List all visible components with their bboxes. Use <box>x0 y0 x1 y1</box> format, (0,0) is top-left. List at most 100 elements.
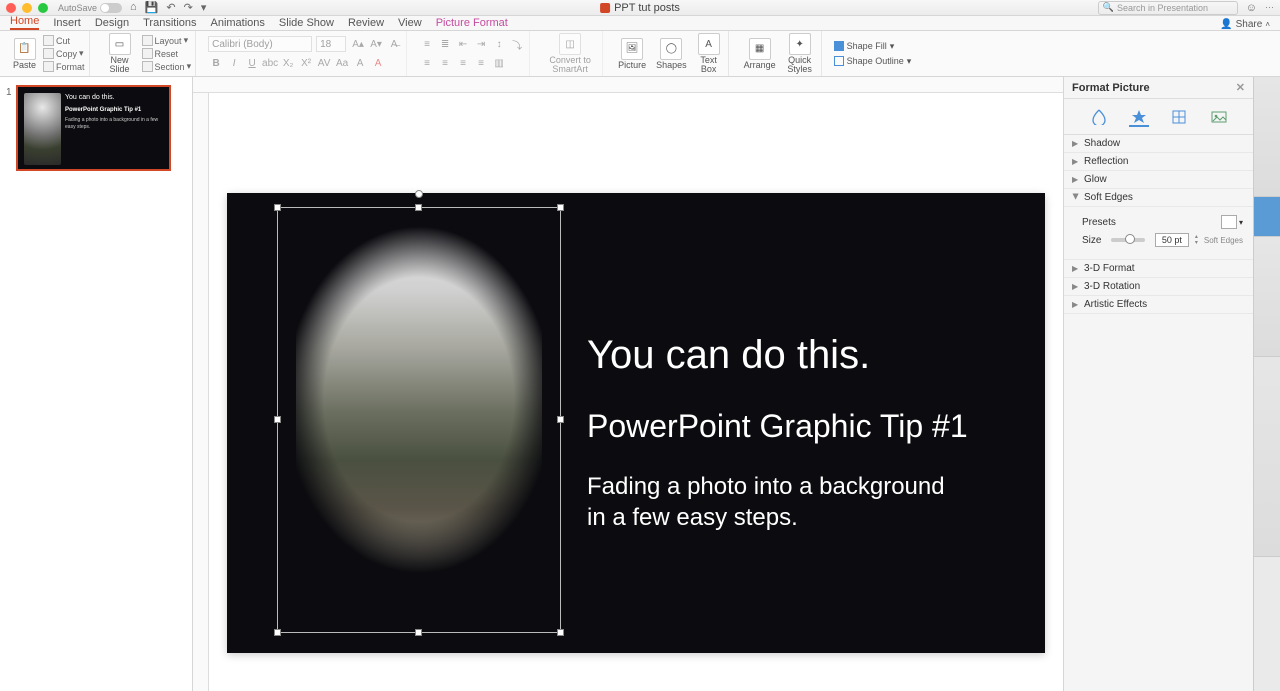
share-button[interactable]: 👤 Share ˄ <box>1220 19 1270 30</box>
size-value-input[interactable]: 50 pt <box>1155 233 1189 247</box>
change-case-button[interactable]: Aa <box>334 55 350 71</box>
cut-button[interactable]: Cut <box>43 35 85 46</box>
slide-editor[interactable]: You can do this. PowerPoint Graphic Tip … <box>193 77 1063 691</box>
strip-segment[interactable] <box>1254 77 1280 197</box>
subscript-button[interactable]: X₂ <box>280 55 296 71</box>
align-center-button[interactable]: ≡ <box>437 55 453 71</box>
slide-text-block[interactable]: You can do this. PowerPoint Graphic Tip … <box>587 333 1005 533</box>
superscript-button[interactable]: X² <box>298 55 314 71</box>
highlight-button[interactable]: A <box>352 55 368 71</box>
increase-indent-button[interactable]: ⇥ <box>473 36 489 52</box>
font-color-button[interactable]: A <box>370 55 386 71</box>
line-spacing-button[interactable]: ↕ <box>491 36 507 52</box>
resize-handle-s[interactable] <box>415 629 422 636</box>
slide[interactable]: You can do this. PowerPoint Graphic Tip … <box>227 193 1045 653</box>
undo-icon[interactable]: ↶ <box>166 1 175 14</box>
decrease-indent-button[interactable]: ⇤ <box>455 36 471 52</box>
tab-slideshow[interactable]: Slide Show <box>279 17 334 30</box>
font-family-select[interactable]: Calibri (Body) <box>208 36 312 52</box>
presets-dropdown[interactable]: ▾ <box>1221 215 1243 229</box>
justify-button[interactable]: ≡ <box>473 55 489 71</box>
strikethrough-button[interactable]: abc <box>262 55 278 71</box>
tab-view[interactable]: View <box>398 17 422 30</box>
redo-icon[interactable]: ↷ <box>184 1 193 14</box>
reset-button[interactable]: Reset <box>142 48 192 59</box>
resize-handle-nw[interactable] <box>274 204 281 211</box>
soft-edges-section[interactable]: ▶Soft Edges <box>1064 189 1253 207</box>
shadow-section[interactable]: ▶Shadow <box>1064 135 1253 153</box>
textbox-button[interactable]: AText Box <box>694 33 724 74</box>
text-direction-button[interactable]: ⤵ <box>509 36 525 52</box>
strip-segment[interactable] <box>1254 237 1280 357</box>
increase-font-button[interactable]: A▴ <box>350 36 366 52</box>
clear-format-button[interactable]: A̶ <box>386 36 402 52</box>
decrease-font-button[interactable]: A▾ <box>368 36 384 52</box>
layout-button[interactable]: Layout ▾ <box>142 35 192 46</box>
format-painter-button[interactable]: Format <box>43 61 85 72</box>
align-left-button[interactable]: ≡ <box>419 55 435 71</box>
bullets-button[interactable]: ≡ <box>419 36 435 52</box>
section-button[interactable]: Section ▾ <box>142 61 192 72</box>
close-window-button[interactable] <box>6 3 16 13</box>
strip-segment[interactable] <box>1254 197 1280 237</box>
new-slide-button[interactable]: ▭ New Slide <box>102 33 138 74</box>
autosave-toggle[interactable]: AutoSave <box>58 3 122 13</box>
maximize-window-button[interactable] <box>38 3 48 13</box>
align-right-button[interactable]: ≡ <box>455 55 471 71</box>
3d-format-section[interactable]: ▶3-D Format <box>1064 260 1253 278</box>
search-input[interactable]: 🔍 Search in Presentation <box>1098 1 1238 15</box>
effects-tab[interactable] <box>1129 107 1149 127</box>
copy-button[interactable]: Copy ▾ <box>43 48 85 59</box>
columns-button[interactable]: ▥ <box>491 55 507 71</box>
size-slider[interactable] <box>1111 238 1144 242</box>
shapes-button[interactable]: ◯Shapes <box>653 38 690 70</box>
arrange-button[interactable]: ▦Arrange <box>741 38 779 70</box>
feedback-icon[interactable]: ☺ <box>1246 2 1257 14</box>
selection-box[interactable] <box>277 207 561 633</box>
resize-handle-e[interactable] <box>557 416 564 423</box>
resize-handle-ne[interactable] <box>557 204 564 211</box>
quick-styles-button[interactable]: ✦Quick Styles <box>783 33 817 74</box>
picture-button[interactable]: 🖼Picture <box>615 38 649 70</box>
resize-handle-se[interactable] <box>557 629 564 636</box>
bold-button[interactable]: B <box>208 55 224 71</box>
numbering-button[interactable]: ≣ <box>437 36 453 52</box>
qat-dropdown-icon[interactable]: ▾ <box>201 1 207 14</box>
resize-handle-n[interactable] <box>415 204 422 211</box>
tab-review[interactable]: Review <box>348 17 384 30</box>
save-icon[interactable]: 💾 <box>145 1 159 14</box>
tab-transitions[interactable]: Transitions <box>143 17 196 30</box>
slide-photo[interactable] <box>296 218 542 622</box>
shape-fill-button[interactable]: Shape Fill ▾ <box>834 41 912 52</box>
canvas[interactable]: You can do this. PowerPoint Graphic Tip … <box>209 93 1063 691</box>
tab-picture-format[interactable]: Picture Format <box>436 17 508 30</box>
rotation-handle[interactable] <box>415 190 423 198</box>
strip-segment[interactable] <box>1254 357 1280 557</box>
size-stepper[interactable]: ▴▾ <box>1195 234 1198 246</box>
char-spacing-button[interactable]: AV <box>316 55 332 71</box>
paste-button[interactable]: 📋 Paste <box>10 38 39 70</box>
underline-button[interactable]: U <box>244 55 260 71</box>
close-pane-button[interactable]: ✕ <box>1236 81 1245 94</box>
artistic-effects-section[interactable]: ▶Artistic Effects <box>1064 296 1253 314</box>
resize-handle-sw[interactable] <box>274 629 281 636</box>
slide-thumbnail-1[interactable]: 1 You can do this. PowerPoint Graphic Ti… <box>6 85 186 171</box>
tab-insert[interactable]: Insert <box>53 17 81 30</box>
picture-tab[interactable] <box>1209 107 1229 127</box>
resize-handle-w[interactable] <box>274 416 281 423</box>
size-properties-tab[interactable] <box>1169 107 1189 127</box>
tab-design[interactable]: Design <box>95 17 129 30</box>
tab-animations[interactable]: Animations <box>211 17 265 30</box>
italic-button[interactable]: I <box>226 55 242 71</box>
glow-section[interactable]: ▶Glow <box>1064 171 1253 189</box>
font-size-select[interactable]: 18 <box>316 36 346 52</box>
home-icon[interactable]: ⌂ <box>130 1 137 14</box>
convert-smartart-button[interactable]: ◫ Convert to SmartArt <box>542 33 598 74</box>
slider-knob[interactable] <box>1125 234 1135 244</box>
chevron-down-icon[interactable]: ⋯ <box>1265 2 1274 13</box>
minimize-window-button[interactable] <box>22 3 32 13</box>
reflection-section[interactable]: ▶Reflection <box>1064 153 1253 171</box>
autosave-switch[interactable] <box>100 3 122 13</box>
shape-outline-button[interactable]: Shape Outline ▾ <box>834 56 912 67</box>
fill-line-tab[interactable] <box>1089 107 1109 127</box>
